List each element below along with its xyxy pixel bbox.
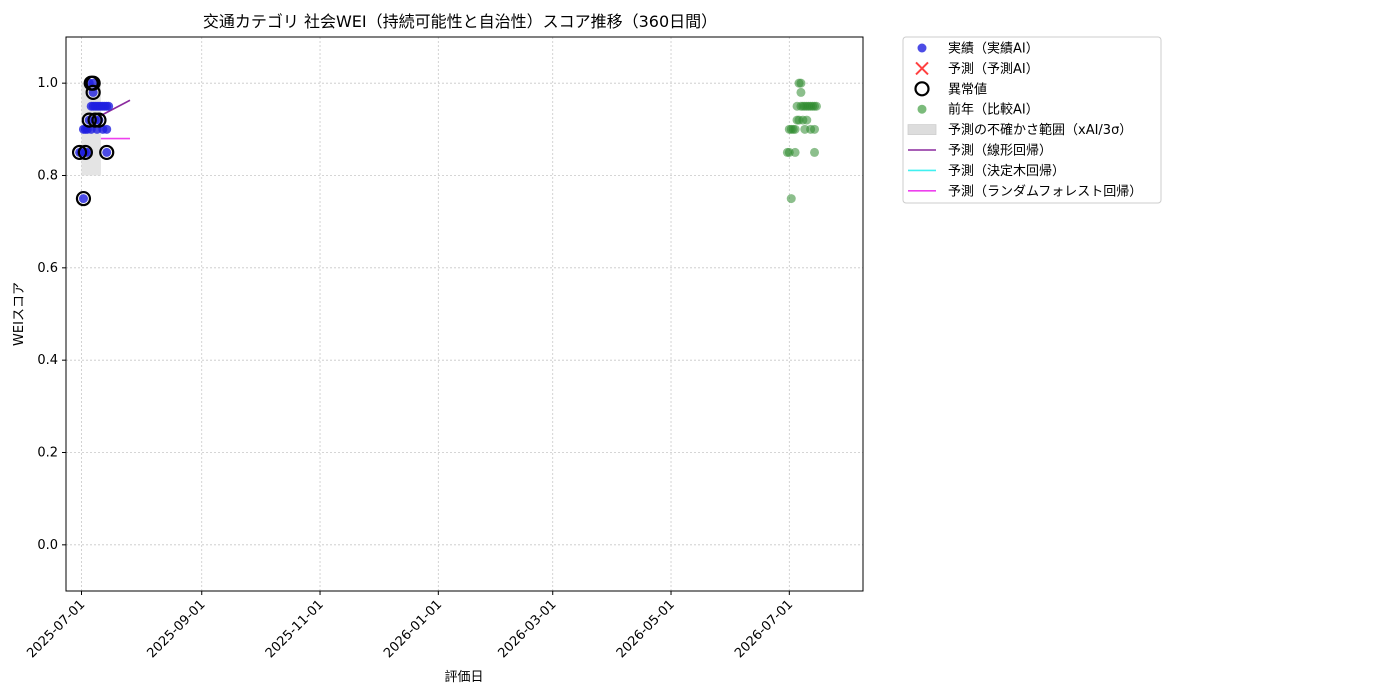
chart-title: 交通カテゴリ 社会WEI（持続可能性と自治性）スコア推移（360日間）: [203, 12, 717, 31]
comparison-point: [786, 194, 796, 204]
chart-container: 交通カテゴリ 社会WEI（持続可能性と自治性）スコア推移（360日間） 0.0 0…: [0, 0, 1400, 700]
comparison-point: [810, 124, 820, 134]
legend-label: 実績（実績AI）: [948, 41, 1039, 57]
x-tick-label: 2025-07-01: [24, 597, 88, 661]
x-axis-label: 評価日: [444, 670, 483, 685]
comparison-point: [790, 124, 800, 134]
legend-label: 予測の不確かさ範囲（xAI/3σ）: [948, 122, 1132, 138]
comparison-point: [790, 147, 800, 157]
y-tick-label: 0.6: [37, 261, 58, 276]
comparison-point: [796, 87, 806, 97]
actual-point: [104, 101, 114, 111]
x-tick-label: 2026-03-01: [496, 597, 560, 661]
legend-label: 異常値: [948, 81, 987, 97]
x-tick-label: 2026-01-01: [381, 597, 445, 661]
legend-label: 予測（予測AI）: [948, 62, 1039, 77]
plot-frame: [65, 36, 864, 592]
legend-label: 予測（決定木回帰）: [948, 163, 1065, 179]
x-axis-ticks: 2025-07-01 2025-09-01 2025-11-01 2026-01-01…: [24, 591, 796, 661]
comparison-point: [811, 101, 821, 111]
y-tick-label: 0.4: [37, 353, 58, 368]
y-tick-label: 0.2: [37, 446, 58, 461]
data-points-layer: [71, 75, 821, 207]
comparison-point: [796, 78, 806, 88]
x-tick-label: 2025-09-01: [145, 597, 209, 661]
wei-score-chart: 交通カテゴリ 社会WEI（持続可能性と自治性）スコア推移（360日間） 0.00…: [12, 12, 1162, 685]
x-tick-label: 2025-11-01: [263, 597, 327, 661]
x-tick-label: 2026-05-01: [614, 597, 678, 661]
legend-dot: [917, 43, 927, 53]
y-tick-label: 0.8: [37, 169, 58, 184]
y-tick-label: 0.0: [37, 538, 58, 553]
comparison-point: [810, 147, 820, 157]
actual-point: [102, 147, 112, 157]
actual-point: [78, 194, 88, 204]
y-axis-ticks: 0.0 0.2 0.4 0.6 0.8 1.0: [37, 76, 66, 553]
legend-label: 前年（比較AI）: [948, 102, 1039, 118]
legend: 実績（実績AI） 予測（予測AI） 異常値前年（比較AI） 予測の不確かさ範囲（xAI…: [902, 36, 1162, 204]
comparison-point: [802, 115, 812, 125]
legend-dot: [917, 104, 927, 114]
grid: [66, 37, 863, 591]
legend-label: 予測（ランダムフォレスト回帰）: [948, 183, 1142, 199]
legend-label: 予測（線形回帰）: [948, 143, 1052, 159]
y-axis-label: WEIスコア: [12, 282, 27, 346]
y-tick-label: 1.0: [37, 76, 58, 91]
actual-point: [102, 124, 112, 134]
legend-band: [907, 124, 937, 135]
x-tick-label: 2026-07-01: [732, 597, 796, 661]
